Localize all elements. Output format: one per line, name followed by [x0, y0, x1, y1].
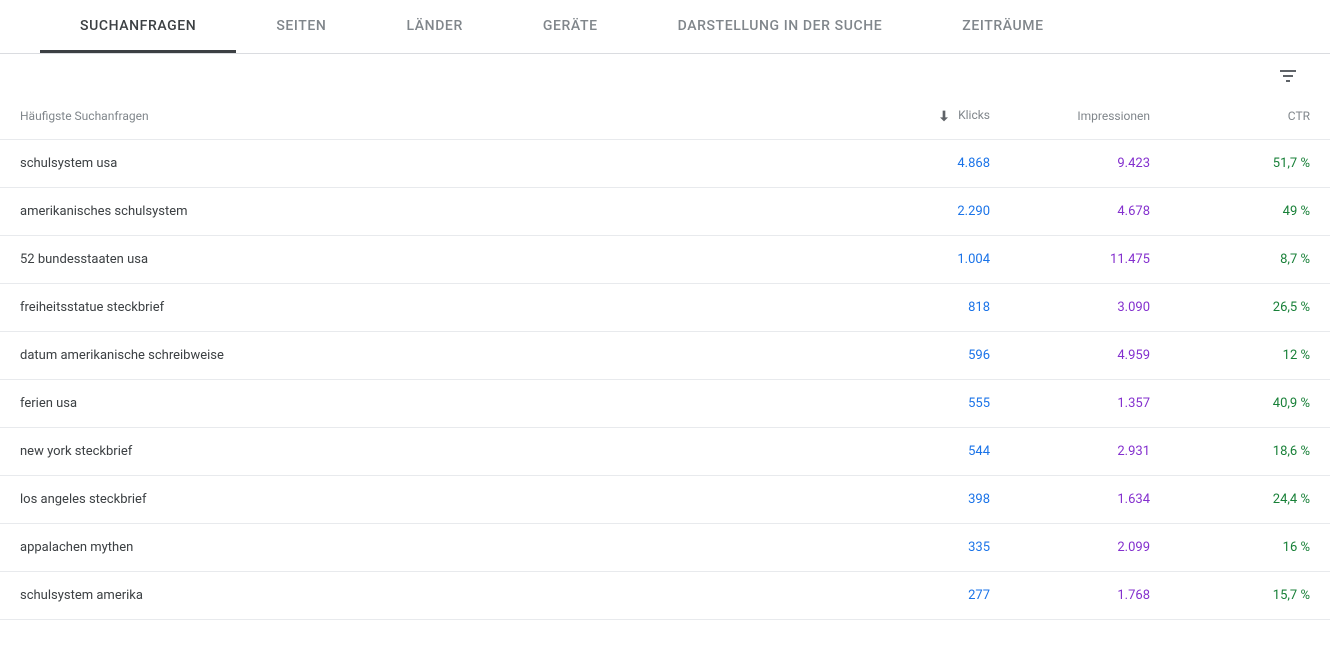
cell-clicks: 596 [830, 348, 990, 363]
filter-icon[interactable] [1276, 64, 1300, 88]
cell-impressions: 9.423 [990, 156, 1150, 171]
cell-impressions: 1.634 [990, 492, 1150, 507]
cell-ctr: 8,7 % [1150, 252, 1310, 267]
tab-queries[interactable]: SUCHANFRAGEN [40, 0, 236, 53]
header-clicks[interactable]: Klicks [830, 108, 990, 124]
cell-clicks: 277 [830, 588, 990, 603]
table-row[interactable]: appalachen mythen3352.09916 % [0, 524, 1330, 572]
cell-clicks: 4.868 [830, 156, 990, 171]
table-header: Häufigste Suchanfragen Klicks Impression… [0, 92, 1330, 140]
table-row[interactable]: freiheitsstatue steckbrief8183.09026,5 % [0, 284, 1330, 332]
cell-ctr: 16 % [1150, 540, 1310, 555]
cell-impressions: 2.099 [990, 540, 1150, 555]
header-query[interactable]: Häufigste Suchanfragen [20, 109, 830, 123]
cell-ctr: 24,4 % [1150, 492, 1310, 507]
table-row[interactable]: schulsystem usa4.8689.42351,7 % [0, 140, 1330, 188]
cell-clicks: 335 [830, 540, 990, 555]
cell-impressions: 4.678 [990, 204, 1150, 219]
cell-query: schulsystem usa [20, 156, 830, 171]
cell-impressions: 1.768 [990, 588, 1150, 603]
cell-ctr: 26,5 % [1150, 300, 1310, 315]
cell-query: amerikanisches schulsystem [20, 204, 830, 219]
cell-clicks: 2.290 [830, 204, 990, 219]
tab-pages[interactable]: SEITEN [236, 0, 366, 53]
sort-desc-icon [936, 108, 952, 124]
header-impressions[interactable]: Impressionen [990, 109, 1150, 123]
cell-ctr: 15,7 % [1150, 588, 1310, 603]
cell-clicks: 555 [830, 396, 990, 411]
cell-ctr: 12 % [1150, 348, 1310, 363]
cell-clicks: 544 [830, 444, 990, 459]
cell-impressions: 11.475 [990, 252, 1150, 267]
cell-query: los angeles steckbrief [20, 492, 830, 507]
tab-countries[interactable]: LÄNDER [366, 0, 502, 53]
cell-ctr: 40,9 % [1150, 396, 1310, 411]
cell-clicks: 398 [830, 492, 990, 507]
header-clicks-label: Klicks [958, 108, 990, 122]
cell-ctr: 49 % [1150, 204, 1310, 219]
cell-impressions: 4.959 [990, 348, 1150, 363]
tab-search-appearance[interactable]: DARSTELLUNG IN DER SUCHE [638, 0, 923, 53]
table-row[interactable]: amerikanisches schulsystem2.2904.67849 % [0, 188, 1330, 236]
cell-impressions: 2.931 [990, 444, 1150, 459]
header-ctr[interactable]: CTR [1150, 109, 1310, 123]
table-body: schulsystem usa4.8689.42351,7 %amerikani… [0, 140, 1330, 620]
table-row[interactable]: new york steckbrief5442.93118,6 % [0, 428, 1330, 476]
table-row[interactable]: 52 bundesstaaten usa1.00411.4758,7 % [0, 236, 1330, 284]
cell-query: datum amerikanische schreibweise [20, 348, 830, 363]
cell-impressions: 3.090 [990, 300, 1150, 315]
cell-query: appalachen mythen [20, 540, 830, 555]
table-row[interactable]: schulsystem amerika2771.76815,7 % [0, 572, 1330, 620]
cell-clicks: 818 [830, 300, 990, 315]
cell-query: new york steckbrief [20, 444, 830, 459]
table-row[interactable]: datum amerikanische schreibweise5964.959… [0, 332, 1330, 380]
cell-ctr: 18,6 % [1150, 444, 1310, 459]
cell-clicks: 1.004 [830, 252, 990, 267]
tabs-bar: SUCHANFRAGEN SEITEN LÄNDER GERÄTE DARSTE… [0, 0, 1330, 54]
cell-query: freiheitsstatue steckbrief [20, 300, 830, 315]
filter-row [0, 54, 1330, 92]
cell-query: 52 bundesstaaten usa [20, 252, 830, 267]
table-row[interactable]: los angeles steckbrief3981.63424,4 % [0, 476, 1330, 524]
tab-dates[interactable]: ZEITRÄUME [922, 0, 1083, 53]
table-row[interactable]: ferien usa5551.35740,9 % [0, 380, 1330, 428]
tab-devices[interactable]: GERÄTE [503, 0, 638, 53]
cell-ctr: 51,7 % [1150, 156, 1310, 171]
cell-impressions: 1.357 [990, 396, 1150, 411]
cell-query: ferien usa [20, 396, 830, 411]
cell-query: schulsystem amerika [20, 588, 830, 603]
